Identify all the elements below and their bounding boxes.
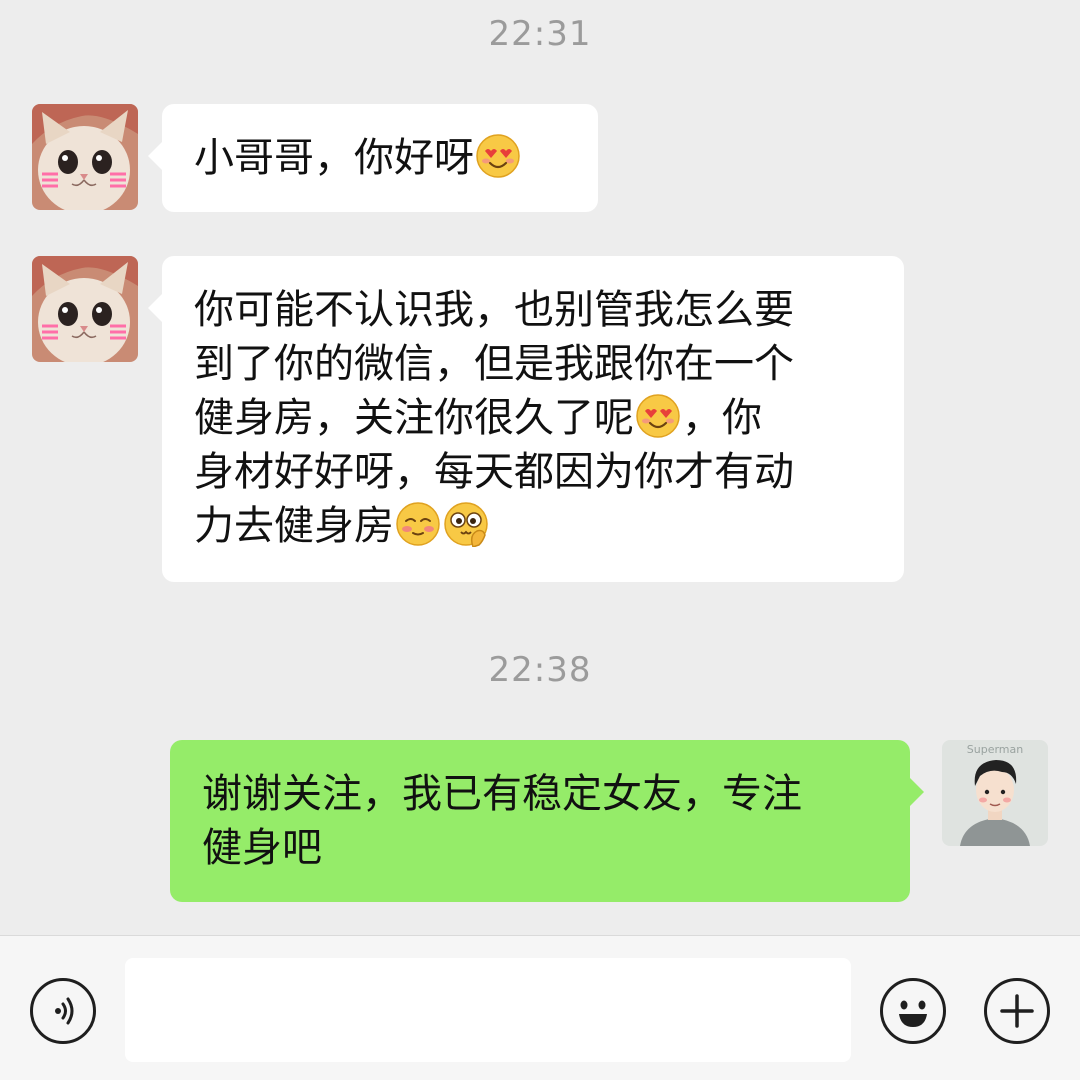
blushing-emoji-icon: [395, 501, 441, 547]
message-line: 你可能不认识我，也别管我怎么要: [194, 287, 794, 333]
plus-icon[interactable]: [984, 978, 1050, 1044]
contact-avatar[interactable]: [32, 256, 138, 362]
message-input[interactable]: [125, 958, 851, 1062]
message-line: 力去健身房: [194, 503, 394, 549]
voice-icon[interactable]: [30, 978, 96, 1044]
incoming-message-bubble[interactable]: 小哥哥，你好呀: [148, 104, 598, 212]
heart-eyes-emoji-icon: [475, 133, 521, 179]
emoji-icon[interactable]: [880, 978, 946, 1044]
message-line: 健身房，关注你很久了呢: [194, 395, 634, 441]
shy-peek-emoji-icon: [443, 501, 489, 547]
message-line: 身材好好呀，每天都因为你才有动: [194, 449, 794, 495]
message-line: 到了你的微信，但是我跟你在一个: [194, 341, 794, 387]
contact-avatar[interactable]: [32, 104, 138, 210]
message-line: 健身吧: [202, 825, 322, 871]
message-line: ，你: [682, 395, 762, 441]
message-line: 谢谢关注，我已有稳定女友，专注: [202, 771, 802, 817]
incoming-message-bubble[interactable]: 你可能不认识我，也别管我怎么要 到了你的微信，但是我跟你在一个 健身房，关注你很…: [148, 256, 904, 582]
input-bar: [0, 935, 1080, 1080]
avatar-caption: Superman: [967, 743, 1023, 756]
outgoing-message-bubble[interactable]: 谢谢关注，我已有稳定女友，专注 健身吧: [170, 740, 924, 902]
message-text: 小哥哥，你好呀: [194, 135, 474, 181]
heart-eyes-emoji-icon: [635, 393, 681, 439]
timestamp: 22:38: [488, 650, 592, 690]
chat-area[interactable]: 22:31 小哥哥，你好呀 你可能不认识我，也别管我怎么要 到了你的微信，但是我…: [0, 0, 1080, 935]
my-avatar[interactable]: Superman: [942, 740, 1048, 846]
timestamp: 22:31: [488, 14, 592, 54]
